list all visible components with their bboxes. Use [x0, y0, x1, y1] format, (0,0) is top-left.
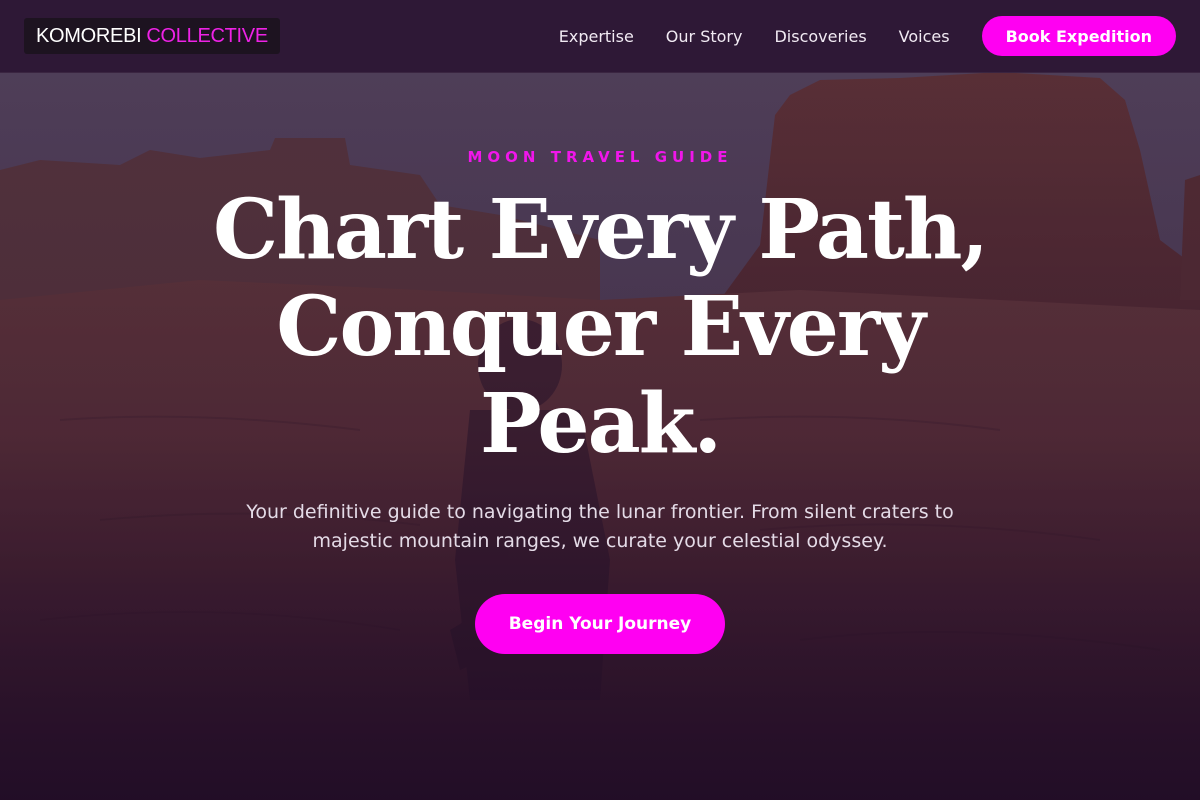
site-header: KOMOREBI COLLECTIVE Expertise Our Story … — [0, 0, 1200, 73]
main-nav: Expertise Our Story Discoveries Voices B… — [559, 0, 1176, 72]
nav-link-voices[interactable]: Voices — [899, 27, 950, 46]
hero-headline-line-3: Peak. — [479, 376, 722, 472]
hero-headline-line-1: Chart Every Path, — [213, 182, 989, 278]
landing-page: KOMOREBI COLLECTIVE Expertise Our Story … — [0, 0, 1200, 800]
hero-eyebrow: MOON TRAVEL GUIDE — [467, 148, 733, 166]
logo-accent-text: COLLECTIVE — [146, 24, 268, 47]
hero-section: MOON TRAVEL GUIDE Chart Every Path, Conq… — [0, 72, 1200, 800]
begin-journey-button[interactable]: Begin Your Journey — [475, 594, 725, 654]
brand-logo[interactable]: KOMOREBI COLLECTIVE — [24, 18, 280, 54]
book-expedition-button[interactable]: Book Expedition — [981, 16, 1176, 56]
nav-link-discoveries[interactable]: Discoveries — [774, 27, 866, 46]
hero-headline: Chart Every Path, Conquer Every Peak. — [150, 182, 1050, 473]
hero-headline-line-2: Conquer Every — [276, 279, 926, 375]
logo-primary-text: KOMOREBI — [36, 24, 142, 47]
nav-link-expertise[interactable]: Expertise — [559, 27, 634, 46]
nav-link-our-story[interactable]: Our Story — [666, 27, 743, 46]
hero-subtext: Your definitive guide to navigating the … — [246, 501, 954, 552]
